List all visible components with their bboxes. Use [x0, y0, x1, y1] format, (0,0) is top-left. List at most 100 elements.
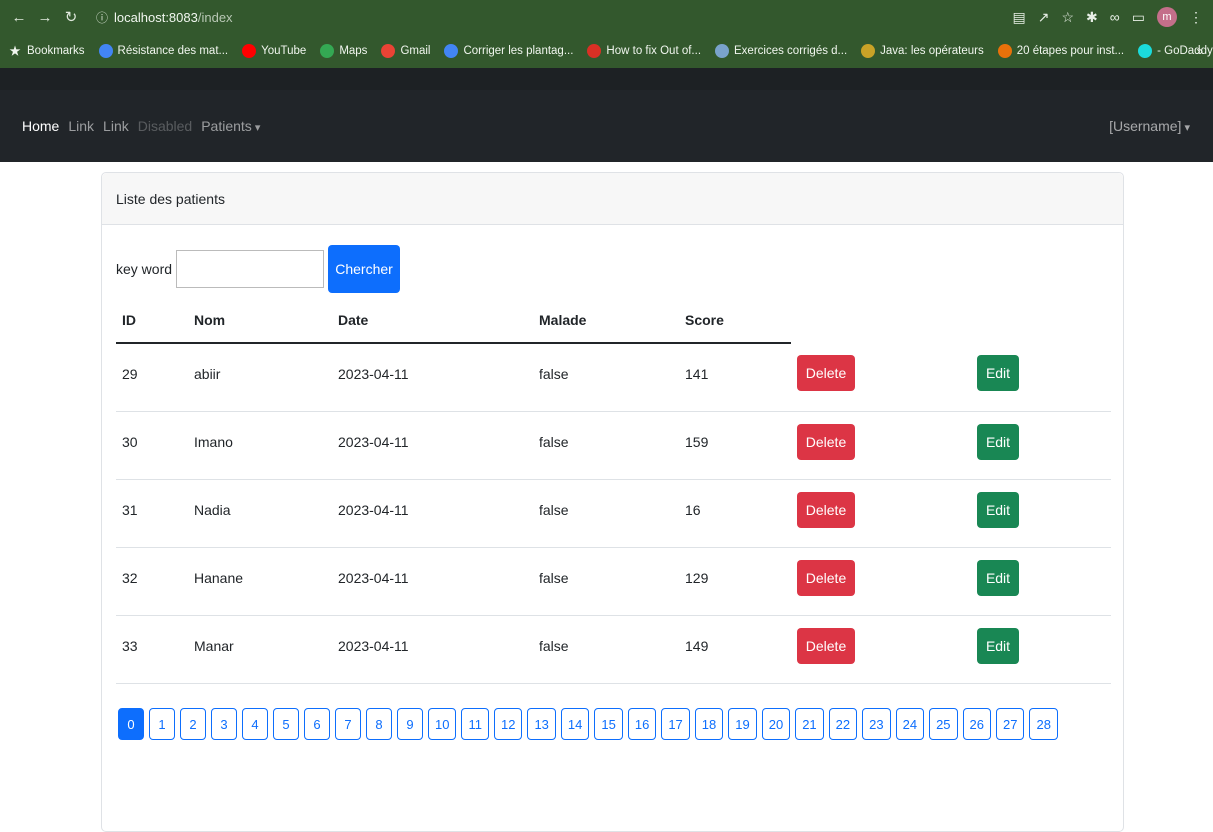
page-link[interactable]: 10 [428, 708, 457, 740]
nav-home[interactable]: Home [22, 118, 59, 134]
bookmark-item[interactable]: Exercices corrigés d... [715, 44, 847, 58]
pagination: 0 1 2 3 4 5 6 7 8 9 10 11 12 13 14 15 16 17 18 19 20 21 22 23 24… [118, 708, 1098, 740]
page-link[interactable]: 28 [1029, 708, 1058, 740]
site-icon [587, 44, 602, 58]
page-link[interactable]: 5 [273, 708, 299, 740]
page-link[interactable]: 26 [962, 708, 991, 740]
gmail-icon [381, 44, 396, 58]
patients-card: Liste des patients key word Chercher ID … [101, 172, 1124, 832]
page-link[interactable]: 27 [996, 708, 1025, 740]
edit-button[interactable]: Edit [977, 491, 1019, 528]
bookmark-label: How to fix Out of... [606, 45, 702, 57]
delete-button[interactable]: Delete [797, 355, 855, 391]
nav-link-1[interactable]: Link [68, 118, 94, 134]
edit-button[interactable]: Edit [977, 627, 1019, 664]
star-icon: ★ [9, 44, 21, 58]
cell-edit: Edit [971, 343, 1111, 412]
cell-edit: Edit [971, 547, 1111, 616]
page-link[interactable]: 8 [366, 708, 392, 740]
delete-button[interactable]: Delete [797, 627, 855, 664]
extensions-icon[interactable]: ✱ [1086, 9, 1098, 26]
page-link[interactable]: 19 [728, 708, 757, 740]
page-link[interactable]: 24 [895, 708, 925, 740]
translate-icon[interactable]: ▤ [1013, 9, 1026, 26]
bookmark-item[interactable]: ★ Bookmarks [8, 44, 85, 58]
page-link[interactable]: 0 [118, 708, 144, 740]
bookmark-star-icon[interactable]: ☆ [1061, 9, 1074, 26]
menu-icon[interactable]: ⋮ [1189, 9, 1203, 26]
user-dropdown[interactable]: [Username] [1109, 118, 1190, 134]
edit-button[interactable]: Edit [977, 559, 1019, 596]
delete-button[interactable]: Delete [797, 491, 855, 528]
page-link[interactable]: 9 [397, 708, 423, 740]
bookmark-label: Corriger les plantag... [463, 45, 574, 57]
page-link[interactable]: 2 [180, 708, 206, 740]
delete-button[interactable]: Delete [797, 423, 855, 460]
profile-avatar[interactable]: m [1157, 7, 1177, 27]
page-link[interactable]: 4 [242, 708, 268, 740]
keyword-input[interactable] [176, 250, 325, 288]
sidepanel-icon[interactable]: ▭ [1132, 9, 1145, 26]
page-link[interactable]: 14 [560, 708, 590, 740]
cell-nom: Imano [188, 411, 332, 480]
cell-score: 129 [679, 547, 791, 616]
nav-disabled: Disabled [137, 118, 193, 134]
nav-patients-dropdown[interactable]: Patients [201, 118, 260, 134]
cell-score: 159 [679, 411, 791, 480]
browser-divider [0, 68, 1213, 90]
bookmark-label: - GoDaddy FR [1157, 45, 1213, 57]
cell-date: 2023-04-11 [332, 411, 533, 480]
site-info-icon[interactable]: ⓘ [96, 9, 108, 26]
reload-icon[interactable]: ↻ [60, 6, 82, 28]
bookmark-item[interactable]: Résistance des mat... [98, 44, 229, 58]
share-icon[interactable]: ↗ [1038, 9, 1050, 26]
bookmark-item[interactable]: 20 étapes pour inst... [997, 44, 1124, 58]
nav-link-2[interactable]: Link [103, 118, 129, 134]
youtube-icon [242, 44, 257, 58]
page-link[interactable]: 7 [335, 708, 361, 740]
page-link[interactable]: 3 [211, 708, 237, 740]
page-link[interactable]: 15 [594, 708, 623, 740]
bookmark-item[interactable]: Java: les opérateurs [861, 44, 984, 58]
cell-id: 33 [116, 615, 188, 684]
cell-id: 30 [116, 411, 188, 480]
page-link[interactable]: 20 [761, 708, 791, 740]
bookmark-label: Maps [339, 45, 368, 57]
page-link[interactable]: 17 [661, 708, 690, 740]
forward-icon[interactable]: → [34, 6, 56, 28]
page-link[interactable]: 6 [304, 708, 330, 740]
table-row: 31 Nadia 2023-04-11 false 16 Delete Edit [116, 479, 1111, 548]
address-bar[interactable]: ⓘ localhost:8083/index [96, 9, 233, 26]
edit-button[interactable]: Edit [977, 355, 1019, 391]
cell-nom: Nadia [188, 479, 332, 548]
page-link[interactable]: 18 [694, 708, 724, 740]
page-link[interactable]: 21 [795, 708, 824, 740]
cell-malade: false [533, 615, 679, 684]
page-link[interactable]: 12 [493, 708, 523, 740]
extension-icon[interactable]: ∞ [1110, 9, 1120, 25]
page-link[interactable]: 1 [149, 708, 175, 740]
edit-button[interactable]: Edit [977, 423, 1019, 460]
back-icon[interactable]: ← [8, 6, 30, 28]
bookmark-label: Résistance des mat... [117, 45, 229, 57]
bookmark-item[interactable]: How to fix Out of... [587, 44, 701, 58]
bookmarks-overflow-icon[interactable]: » [1196, 34, 1203, 68]
header-id: ID [116, 297, 188, 344]
table-header-row: ID Nom Date Malade Score [116, 297, 1111, 344]
page-link[interactable]: 25 [929, 708, 958, 740]
delete-button[interactable]: Delete [797, 559, 855, 596]
page-link[interactable]: 22 [828, 708, 858, 740]
bookmark-label: Java: les opérateurs [880, 45, 984, 57]
bookmark-item[interactable]: Maps [320, 44, 367, 58]
page-link[interactable]: 16 [627, 708, 657, 740]
page-link[interactable]: 23 [862, 708, 891, 740]
bookmark-item[interactable]: Gmail [381, 44, 430, 58]
search-button[interactable]: Chercher [328, 245, 401, 293]
page-link[interactable]: 13 [527, 708, 556, 740]
bookmark-item[interactable]: Corriger les plantag... [444, 44, 573, 58]
site-icon [861, 44, 876, 58]
header-edit [971, 297, 1111, 343]
bookmark-item[interactable]: YouTube [242, 44, 306, 58]
cell-malade: false [533, 479, 679, 548]
page-link[interactable]: 11 [461, 708, 489, 740]
